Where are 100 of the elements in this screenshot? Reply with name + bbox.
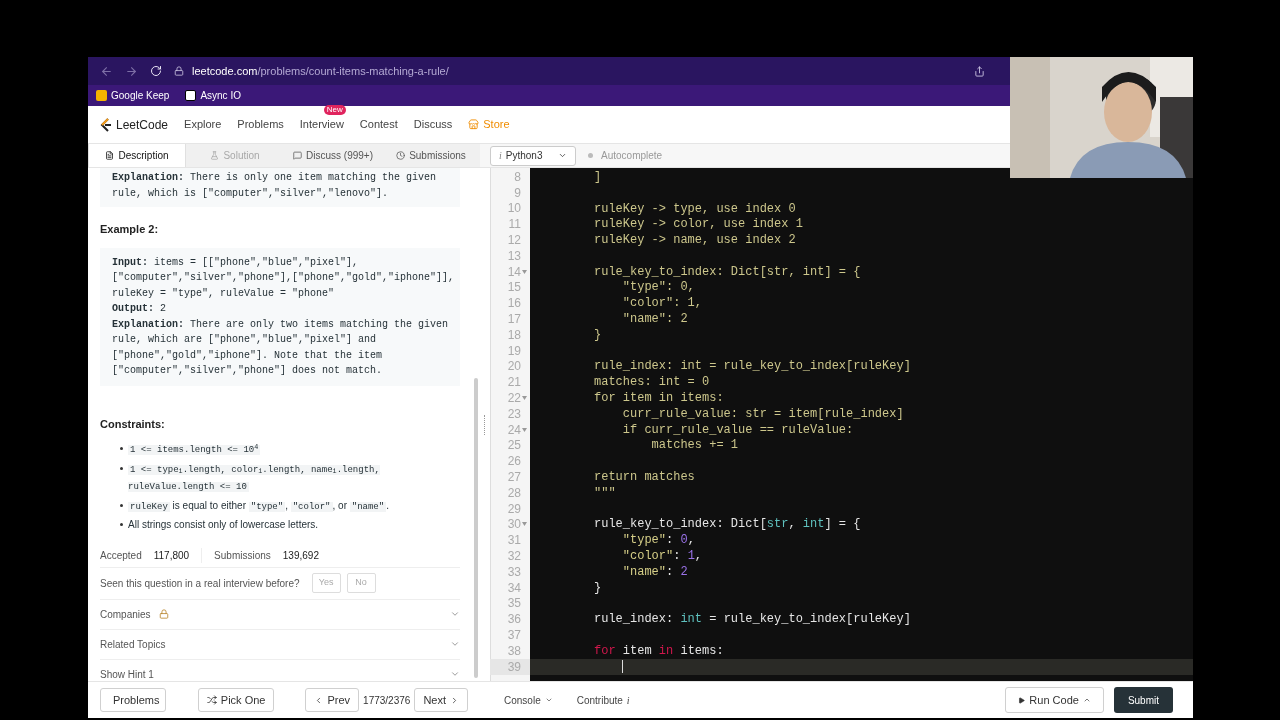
line-number: 18 — [507, 328, 521, 341]
example-line: ["phone","gold","iphone"]. Note that the item — [112, 348, 384, 363]
line-number: 36 — [507, 613, 521, 626]
code-line: "type": 0, — [621, 532, 695, 550]
code-line: if curr_rule_value == ruleValue: — [621, 421, 854, 439]
line-number: 31 — [507, 534, 521, 547]
pick-one-button[interactable]: Pick One — [197, 688, 275, 712]
code-line: "color": 1, — [621, 295, 703, 313]
line-number: 20 — [507, 360, 521, 373]
section-heading: Constraints: — [100, 416, 166, 432]
problems-button[interactable]: Problems — [100, 688, 166, 712]
run-code-button[interactable]: Run Code — [1005, 687, 1104, 713]
line-number: 17 — [507, 313, 521, 326]
line-number: 23 — [507, 407, 521, 420]
example-line: rule, which are ["phone","blue","pixel"] and — [112, 333, 378, 347]
line-number: 12 — [507, 234, 521, 247]
code-line: ruleKey -> color, use index 1 — [594, 216, 803, 234]
line-number: 19 — [507, 344, 521, 357]
example-line: ruleKey = "type", ruleValue = "phone" — [112, 286, 336, 301]
stat-label: Submissions — [214, 548, 271, 563]
line-number: 28 — [507, 486, 521, 499]
console-button[interactable]: Console — [504, 692, 553, 708]
code-line: rule_index: int = rule_key_to_index[ruleKey] — [594, 358, 911, 376]
address-bar[interactable]: leetcode.com/problems/count-items-matching-a-rule/ — [174, 62, 449, 80]
line-number: 10 — [507, 202, 521, 215]
logo-text[interactable]: LeetCode — [116, 115, 169, 134]
nav-link[interactable]: Discuss — [413, 118, 453, 131]
line-number: 9 — [514, 186, 521, 199]
line-number: 26 — [507, 455, 521, 468]
example-line: Explanation: There are only two items matching the given — [112, 317, 448, 332]
code-line: return matches — [594, 469, 695, 487]
line-number: 14 — [507, 265, 521, 278]
nav-link[interactable]: Contest — [359, 118, 398, 131]
section-heading: Example 2: — [100, 222, 160, 237]
line-number: 33 — [507, 565, 521, 578]
line-number: 35 — [507, 597, 521, 610]
line-number: 21 — [507, 376, 521, 389]
contribute-button[interactable]: Contribute i — [576, 692, 630, 708]
stat-label: Accepted — [100, 548, 142, 563]
line-number: 8 — [514, 170, 521, 183]
accordion-row[interactable]: Related Topics — [100, 629, 460, 660]
example-line: ["computer","silver","phone"] does not match. — [112, 364, 384, 378]
code-line: ruleKey -> name, use index 2 — [594, 232, 796, 250]
tab[interactable]: Discuss (999+) — [284, 144, 382, 167]
code-line: curr_rule_value: str = item[rule_index] — [621, 405, 904, 423]
nav-link[interactable]: Explore — [184, 118, 222, 131]
code-line: } — [594, 579, 602, 597]
line-number: 29 — [507, 502, 521, 515]
constraint-item: All strings consist only of lowercase letters. — [128, 518, 319, 532]
code-line: "type": 0, — [621, 279, 695, 297]
line-number: 30 — [507, 518, 521, 531]
code-line: matches += 1 — [650, 437, 739, 455]
nav-link[interactable]: Interview — [299, 118, 344, 131]
interview-question: Seen this question in a real interview before? — [100, 576, 300, 591]
problem-counter: 1773/2376 — [363, 693, 411, 708]
tab[interactable]: Submissions — [382, 144, 480, 167]
line-number: 32 — [507, 550, 521, 562]
submit-button[interactable]: Submit — [1113, 687, 1173, 713]
line-number: 39 — [507, 660, 521, 673]
line-number: 25 — [507, 439, 521, 452]
code-line: "name": 2 — [621, 563, 688, 581]
line-number: 37 — [507, 629, 521, 641]
code-line: ruleKey -> type, use index 0 — [594, 200, 796, 218]
language-select[interactable]: i Python3 — [490, 145, 576, 166]
line-number: 24 — [507, 423, 521, 436]
code-line: matches: int = 0 — [594, 374, 710, 392]
line-number: 15 — [507, 281, 521, 294]
example-line: rule, which is ["computer","silver","lenovo"]. — [112, 186, 390, 201]
nav-link[interactable]: Problems — [237, 118, 284, 131]
line-number: 34 — [507, 581, 521, 594]
code-line: for item in items: — [594, 642, 724, 660]
example-line: Explanation: There is only one item matching the given — [112, 171, 438, 185]
code-line: "color": 1, — [621, 548, 703, 566]
tab[interactable]: Description — [88, 144, 186, 167]
line-number: 13 — [507, 249, 521, 262]
constraint-item: 1 <= items.length <= 10$^{4}$ — [128, 441, 261, 457]
code-line: rule_key_to_index: Dict[str, int] = { — [594, 516, 861, 534]
code-line: ] — [594, 168, 602, 186]
code-line: """ — [594, 484, 616, 502]
code-line: } — [594, 326, 602, 344]
code-line: for item in items: — [594, 390, 724, 408]
code-line: rule_index: int = rule_key_to_index[ruleKey] — [594, 611, 911, 629]
line-number: 22 — [507, 392, 521, 405]
example-line: Output: 2 — [112, 302, 168, 316]
bookmark[interactable]: Google Keep — [96, 88, 170, 103]
line-number: 16 — [507, 297, 521, 310]
line-number: 27 — [507, 471, 521, 484]
url-text: leetcode.com/problems/count-items-matching-a-rule/ — [192, 63, 449, 79]
stat-value: 139,692 — [282, 548, 319, 563]
new-badge: New — [323, 105, 346, 116]
example-line: Input: items = [["phone","blue","pixel"], — [112, 255, 360, 270]
code-line: "name": 2 — [621, 311, 688, 329]
line-number: 38 — [507, 644, 521, 657]
code-line: rule_key_to_index: Dict[str, int] = { — [594, 263, 861, 281]
prev-button[interactable]: Prev — [305, 688, 360, 712]
bookmark[interactable]: Async IO — [185, 88, 241, 103]
accordion-row[interactable]: Companies — [100, 599, 460, 630]
stat-value: 117,800 — [153, 548, 190, 563]
line-number: 11 — [508, 218, 521, 231]
next-button[interactable]: Next — [414, 688, 468, 712]
